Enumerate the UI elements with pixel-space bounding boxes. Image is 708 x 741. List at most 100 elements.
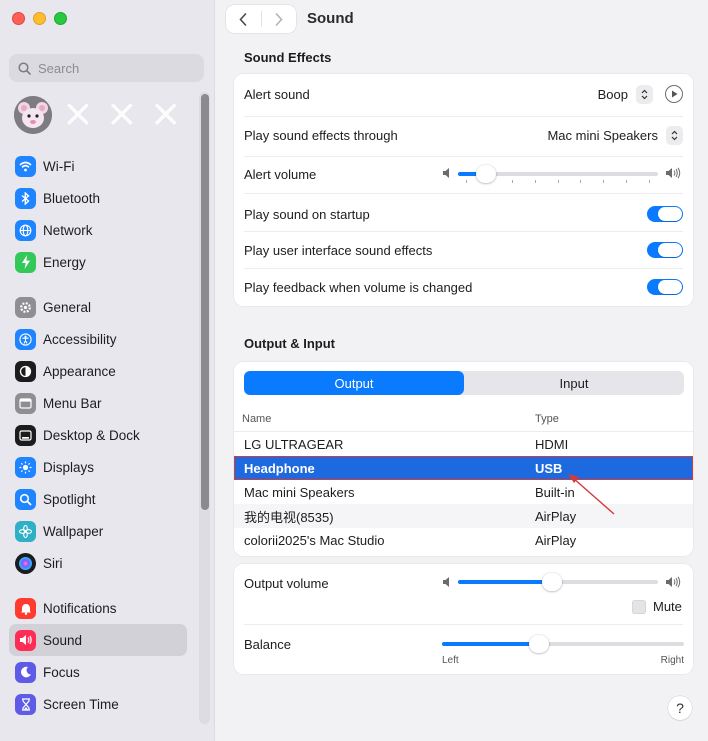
- chevron-right-icon: [275, 12, 283, 26]
- bluetooth-icon: [15, 187, 36, 209]
- play-alert-button[interactable]: [665, 85, 683, 103]
- apple-account[interactable]: ✕ ✕ ✕: [14, 96, 182, 134]
- sidebar-item-bluetooth[interactable]: Bluetooth: [9, 182, 187, 214]
- sound-effects-through-popup[interactable]: Mac mini Speakers: [547, 125, 683, 145]
- volume-feedback-row: Play feedback when volume is changed: [244, 275, 683, 299]
- ui-sounds-label: Play user interface sound effects: [244, 242, 433, 258]
- search-field[interactable]: [9, 54, 204, 82]
- sidebar-group-network: Wi-Fi Bluetooth Network Energy: [9, 150, 187, 278]
- device-name: colorii2025's Mac Studio: [244, 532, 385, 548]
- sidebar-item-label: Bluetooth: [43, 190, 101, 206]
- slider-knob[interactable]: [542, 573, 562, 591]
- sound-effects-through-label: Play sound effects through: [244, 127, 398, 143]
- speaker-high-icon: [666, 167, 681, 179]
- sidebar-item-label: Wi-Fi: [43, 158, 75, 174]
- sidebar-item-network[interactable]: Network: [9, 214, 187, 246]
- dock-icon: [15, 424, 36, 446]
- device-type: AirPlay: [535, 508, 577, 524]
- device-name: Headphone: [244, 460, 315, 476]
- table-row[interactable]: Mac mini Speakers Built-in: [234, 480, 693, 504]
- output-volume-label: Output volume: [244, 575, 329, 591]
- magnifier-icon: [15, 488, 36, 510]
- sidebar-item-displays[interactable]: Displays: [9, 451, 187, 483]
- alert-volume-slider[interactable]: [458, 164, 658, 184]
- tab-output[interactable]: Output: [244, 371, 464, 395]
- table-header: Name Type: [234, 406, 693, 432]
- column-type-header[interactable]: Type: [535, 413, 693, 425]
- sidebar-item-spotlight[interactable]: Spotlight: [9, 483, 187, 515]
- back-button[interactable]: [226, 5, 261, 33]
- sidebar-item-menu-bar[interactable]: Menu Bar: [9, 387, 187, 419]
- alert-sound-row: Alert sound Boop: [244, 82, 683, 106]
- table-row-selected[interactable]: Headphone USB: [234, 456, 693, 480]
- globe-icon: [15, 219, 36, 241]
- avatar-mouse-icon: [14, 96, 52, 134]
- volume-feedback-toggle[interactable]: [647, 279, 683, 295]
- slider-knob[interactable]: [476, 165, 496, 183]
- main-pane: Sound Sound Effects Alert sound Boop Pla…: [216, 0, 708, 741]
- search-input[interactable]: [38, 60, 188, 76]
- sidebar-item-appearance[interactable]: Appearance: [9, 355, 187, 387]
- speaker-high-icon: [666, 576, 681, 588]
- sidebar-group-system: General Accessibility Appearance Menu Ba…: [9, 291, 187, 579]
- sidebar-item-label: General: [43, 299, 92, 315]
- sidebar-item-screen-time[interactable]: Screen Time: [9, 688, 187, 720]
- slider-knob[interactable]: [528, 635, 549, 653]
- output-input-heading: Output & Input: [244, 336, 335, 351]
- column-name-header[interactable]: Name: [234, 413, 535, 425]
- tab-input[interactable]: Input: [464, 371, 684, 395]
- accessibility-icon: [15, 328, 36, 350]
- balance-label: Balance: [244, 636, 291, 652]
- sidebar-item-energy[interactable]: Energy: [9, 246, 187, 278]
- sidebar-item-desktop-dock[interactable]: Desktop & Dock: [9, 419, 187, 451]
- sidebar-item-label: Accessibility: [43, 331, 117, 347]
- table-row[interactable]: colorii2025's Mac Studio AirPlay: [234, 528, 693, 552]
- help-button[interactable]: ?: [668, 696, 692, 720]
- device-type: USB: [535, 460, 563, 476]
- minimize-button[interactable]: [33, 12, 46, 25]
- startup-sound-toggle[interactable]: [647, 206, 683, 222]
- mute-checkbox[interactable]: [632, 599, 646, 614]
- device-name: 我的电视(8535): [244, 509, 334, 525]
- avatar[interactable]: [14, 96, 52, 134]
- row-divider: [244, 193, 683, 194]
- output-volume-slider[interactable]: [458, 572, 658, 592]
- sidebar-item-label: Appearance: [43, 363, 116, 379]
- speaker-low-icon: [443, 577, 449, 587]
- gear-icon: [15, 296, 36, 318]
- sidebar-item-label: Wallpaper: [43, 523, 104, 539]
- sidebar-item-accessibility[interactable]: Accessibility: [9, 323, 187, 355]
- sidebar-item-siri[interactable]: Siri: [9, 547, 187, 579]
- sidebar-item-label: Sound: [43, 632, 83, 648]
- sidebar-item-label: Desktop & Dock: [43, 427, 140, 443]
- close-button[interactable]: [12, 12, 25, 25]
- sidebar-item-notifications[interactable]: Notifications: [9, 592, 187, 624]
- navigation-buttons: [226, 5, 296, 33]
- table-row[interactable]: 我的电视(8535) AirPlay: [234, 504, 693, 528]
- system-settings-window: ✕✕✕ Wi-Fi Bluetooth: [0, 0, 708, 741]
- sidebar-item-focus[interactable]: Focus: [9, 656, 187, 688]
- ui-sounds-toggle[interactable]: [647, 242, 683, 258]
- alert-sound-popup[interactable]: Boop: [597, 84, 683, 104]
- balance-slider[interactable]: [442, 634, 684, 654]
- sound-effects-through-value: Mac mini Speakers: [547, 127, 658, 143]
- row-divider: [244, 231, 683, 232]
- bolt-icon: [15, 251, 36, 273]
- sidebar-item-label: Focus: [43, 664, 80, 680]
- sidebar-item-general[interactable]: General: [9, 291, 187, 323]
- sidebar-item-wallpaper[interactable]: Wallpaper: [9, 515, 187, 547]
- table-row[interactable]: LG ULTRAGEAR HDMI: [234, 432, 693, 456]
- output-input-segmented-control: Output Input: [244, 371, 684, 395]
- sidebar-scrollbar-thumb[interactable]: [201, 94, 209, 510]
- sidebar-item-sound[interactable]: Sound: [9, 624, 187, 656]
- window-controls: [12, 12, 67, 25]
- sidebar-item-wifi[interactable]: Wi-Fi: [9, 150, 187, 182]
- forward-button[interactable]: [261, 5, 296, 33]
- volume-feedback-label: Play feedback when volume is changed: [244, 279, 473, 295]
- flower-icon: [15, 520, 36, 542]
- output-input-card: Output Input Name Type LG ULTRAGEAR HDMI…: [234, 362, 693, 556]
- zoom-button[interactable]: [54, 12, 67, 25]
- startup-sound-label: Play sound on startup: [244, 206, 370, 222]
- alert-sound-value: Boop: [597, 86, 628, 102]
- mute-control[interactable]: Mute: [632, 599, 682, 614]
